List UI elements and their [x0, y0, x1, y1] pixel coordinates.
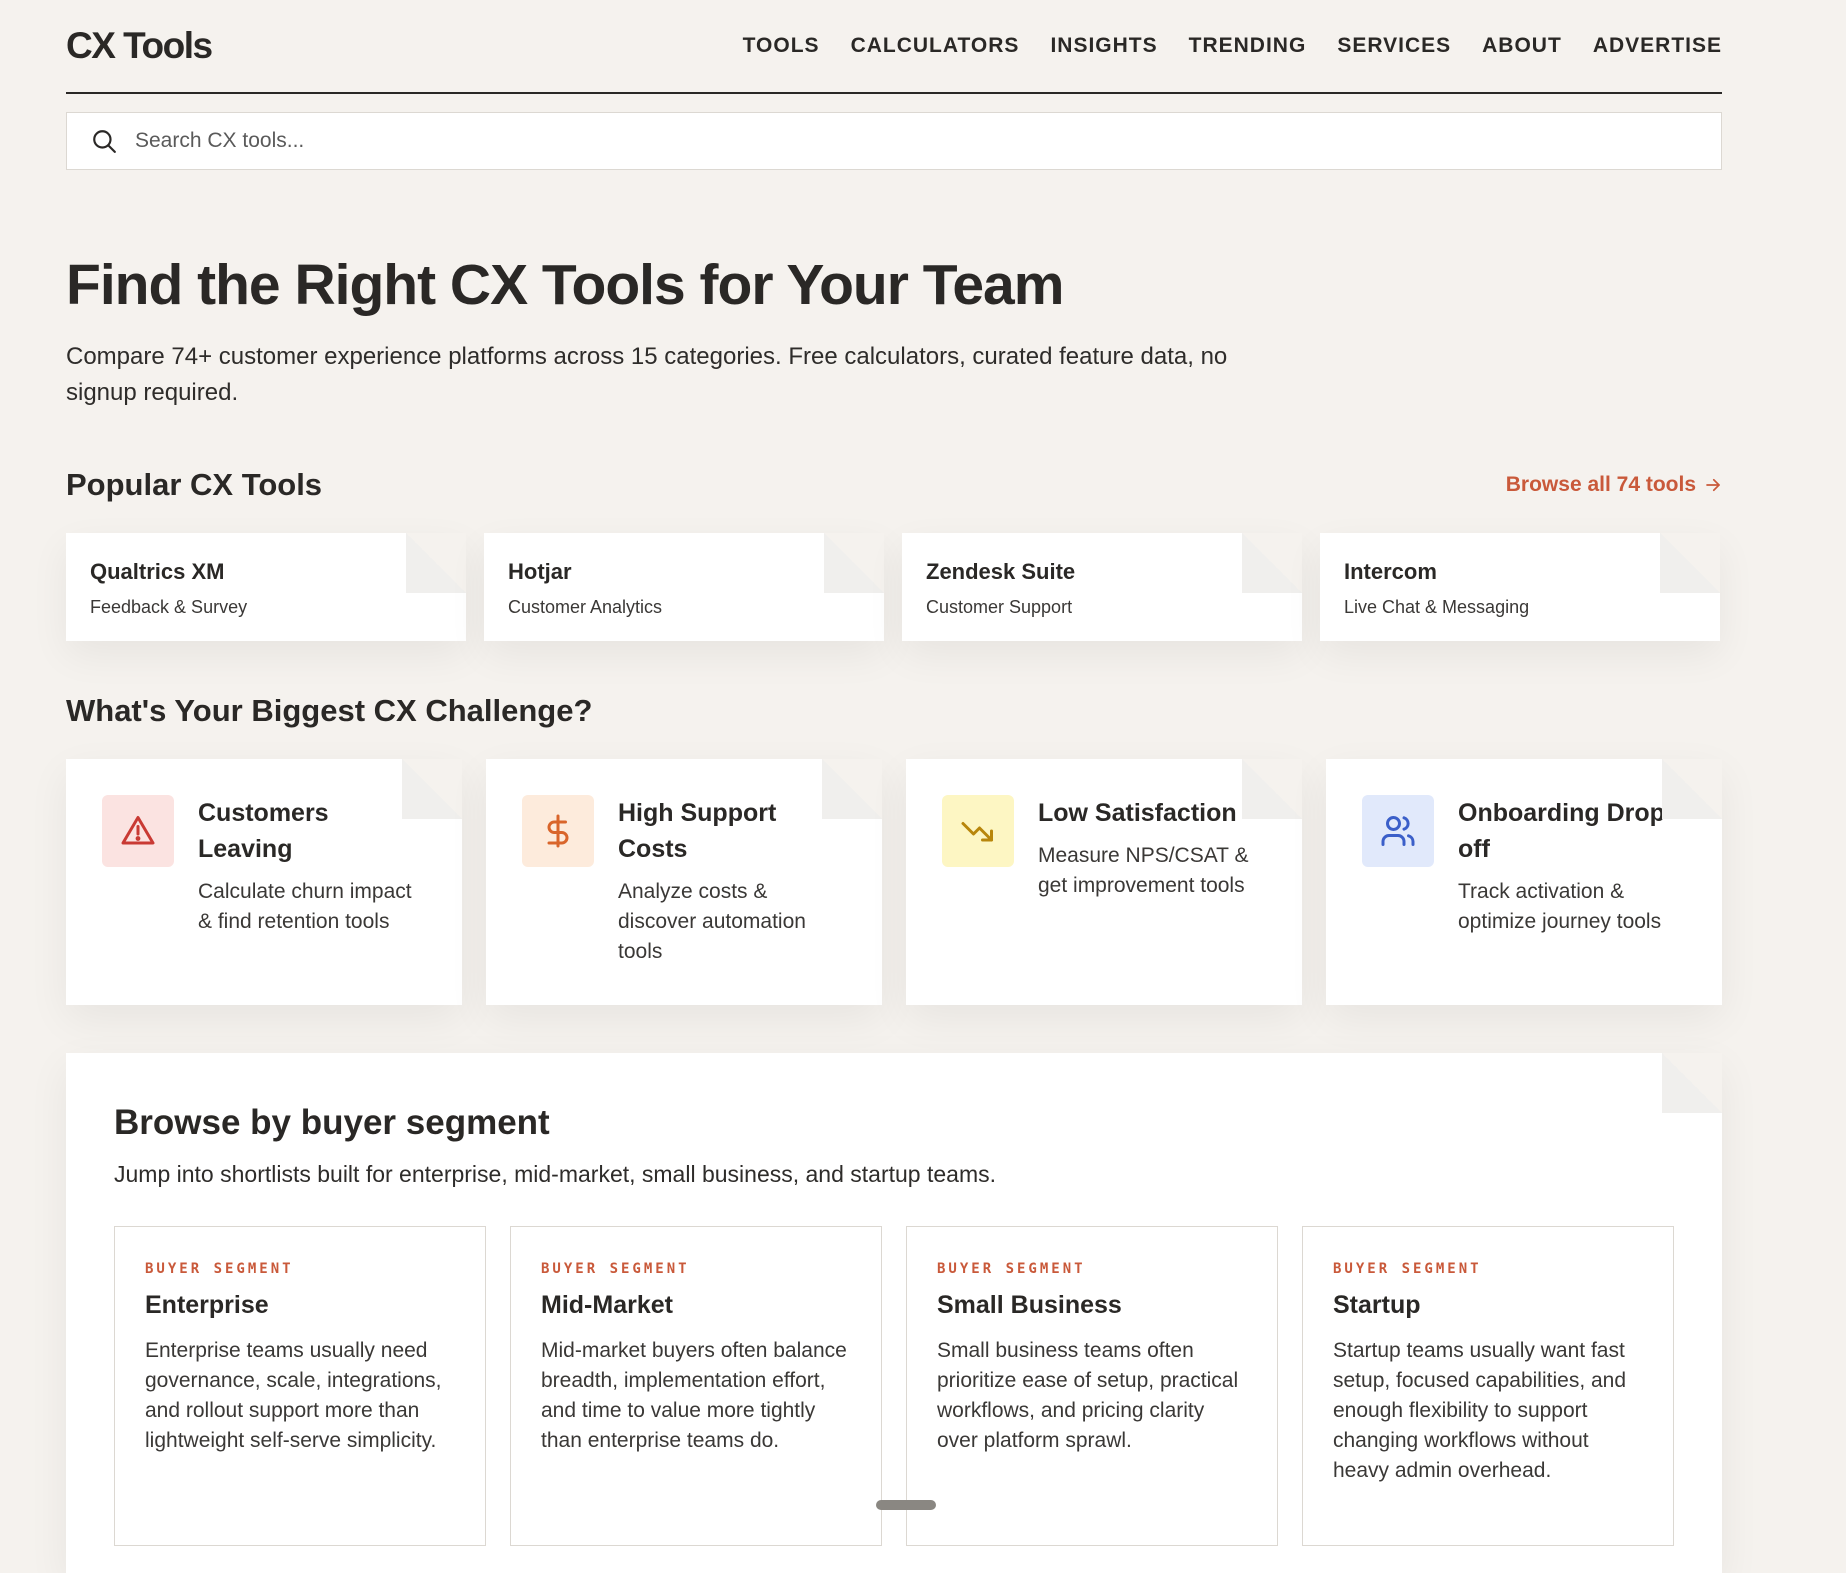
challenges-grid: Customers Leaving Calculate churn impact… [66, 758, 1722, 1005]
popular-tools: Qualtrics XM Feedback & Survey Hotjar Cu… [66, 532, 1722, 641]
search-icon [93, 130, 116, 153]
tool-card[interactable]: Zendesk Suite Customer Support [902, 532, 1302, 641]
segment-title: Enterprise [145, 1290, 269, 1319]
browse-all-link[interactable]: Browse all 74 tools [1506, 473, 1722, 497]
segment-card[interactable]: BUYER SEGMENT Mid-Market Mid-market buye… [510, 1225, 882, 1546]
popular-header: Popular CX Tools Browse all 74 tools [66, 467, 1722, 503]
nav-calculators[interactable]: CALCULATORS [851, 34, 1020, 58]
segment-title: Small Business [937, 1290, 1122, 1319]
challenge-desc: Track activation & optimize journey tool… [1458, 879, 1662, 933]
challenge-card[interactable]: Onboarding Drop-off Track activation & o… [1326, 758, 1722, 1005]
buyer-segments-section: Browse by buyer segment Jump into shortl… [66, 1052, 1722, 1573]
segment-label: BUYER SEGMENT [1333, 1260, 1482, 1277]
challenge-title: Onboarding Drop-off [1458, 798, 1674, 863]
challenge-card[interactable]: Low Satisfaction Measure NPS/CSAT & get … [906, 758, 1302, 1005]
popular-title: Popular CX Tools [66, 466, 323, 502]
nav-tools[interactable]: TOOLS [743, 34, 820, 58]
nav-advertise[interactable]: ADVERTISE [1593, 34, 1722, 58]
alert-triangle-icon [102, 794, 174, 867]
challenge-title: Low Satisfaction [1038, 798, 1237, 827]
segment-desc: Small business teams often prioritize ea… [937, 1338, 1239, 1452]
users-icon [1362, 794, 1434, 867]
nav-services[interactable]: SERVICES [1337, 34, 1451, 58]
challenge-card[interactable]: Customers Leaving Calculate churn impact… [66, 758, 462, 1005]
segments-subtitle: Jump into shortlists built for enterpris… [114, 1160, 997, 1187]
tool-category: Customer Analytics [508, 596, 663, 617]
main-nav: TOOLS CALCULATORS INSIGHTS TRENDING SERV… [743, 34, 1722, 58]
segment-card[interactable]: BUYER SEGMENT Startup Startup teams usua… [1302, 1225, 1674, 1546]
challenge-desc: Calculate churn impact & find retention … [198, 879, 412, 933]
scroll-handle[interactable] [876, 1500, 936, 1510]
site-header: CX Tools TOOLS CALCULATORS INSIGHTS TREN… [66, 0, 1722, 94]
tool-card[interactable]: Intercom Live Chat & Messaging [1320, 532, 1720, 641]
hero-subtitle: Compare 74+ customer experience platform… [66, 342, 1228, 406]
segment-card[interactable]: BUYER SEGMENT Enterprise Enterprise team… [114, 1225, 486, 1546]
browse-all-label: Browse all 74 tools [1505, 472, 1696, 496]
nav-about[interactable]: ABOUT [1482, 34, 1562, 58]
segment-card[interactable]: BUYER SEGMENT Small Business Small busin… [906, 1225, 1278, 1546]
segments-grid: BUYER SEGMENT Enterprise Enterprise team… [114, 1225, 1674, 1546]
tool-card[interactable]: Hotjar Customer Analytics [484, 532, 884, 641]
segment-desc: Startup teams usually want fast setup, f… [1333, 1338, 1627, 1482]
hero-title: Find the Right CX Tools for Your Team [66, 253, 1064, 317]
tool-name: Qualtrics XM [90, 558, 225, 584]
segment-title: Startup [1333, 1290, 1421, 1319]
tool-category: Customer Support [926, 596, 1073, 617]
challenge-title: Customers Leaving [198, 798, 329, 863]
tool-category: Live Chat & Messaging [1344, 596, 1530, 617]
segment-desc: Enterprise teams usually need governance… [145, 1338, 442, 1452]
segment-label: BUYER SEGMENT [937, 1260, 1086, 1277]
page: CX Tools TOOLS CALCULATORS INSIGHTS TREN… [66, 0, 1722, 1573]
arrow-right-icon [1706, 478, 1720, 491]
segment-title: Mid-Market [541, 1290, 673, 1319]
search-input[interactable] [133, 128, 1637, 154]
challenges-title: What's Your Biggest CX Challenge? [66, 692, 593, 728]
trending-down-icon [942, 794, 1014, 867]
challenge-desc: Measure NPS/CSAT & get improvement tools [1038, 843, 1249, 897]
challenge-title: High Support Costs [618, 798, 777, 863]
challenge-desc: Analyze costs & discover automation tool… [618, 879, 806, 963]
tool-card[interactable]: Qualtrics XM Feedback & Survey [66, 532, 466, 641]
nav-insights[interactable]: INSIGHTS [1050, 34, 1157, 58]
logo[interactable]: CX Tools [66, 25, 213, 67]
tool-name: Zendesk Suite [926, 558, 1076, 584]
tool-name: Hotjar [508, 558, 572, 584]
segments-title: Browse by buyer segment [114, 1102, 550, 1142]
segment-desc: Mid-market buyers often balance breadth,… [541, 1338, 847, 1452]
challenge-card[interactable]: High Support Costs Analyze costs & disco… [486, 758, 882, 1005]
tool-category: Feedback & Survey [90, 596, 248, 617]
segment-label: BUYER SEGMENT [541, 1260, 690, 1277]
dollar-icon [522, 794, 594, 867]
search-bar[interactable] [66, 112, 1722, 170]
tool-name: Intercom [1344, 558, 1437, 584]
segment-label: BUYER SEGMENT [145, 1260, 294, 1277]
nav-trending[interactable]: TRENDING [1189, 34, 1307, 58]
